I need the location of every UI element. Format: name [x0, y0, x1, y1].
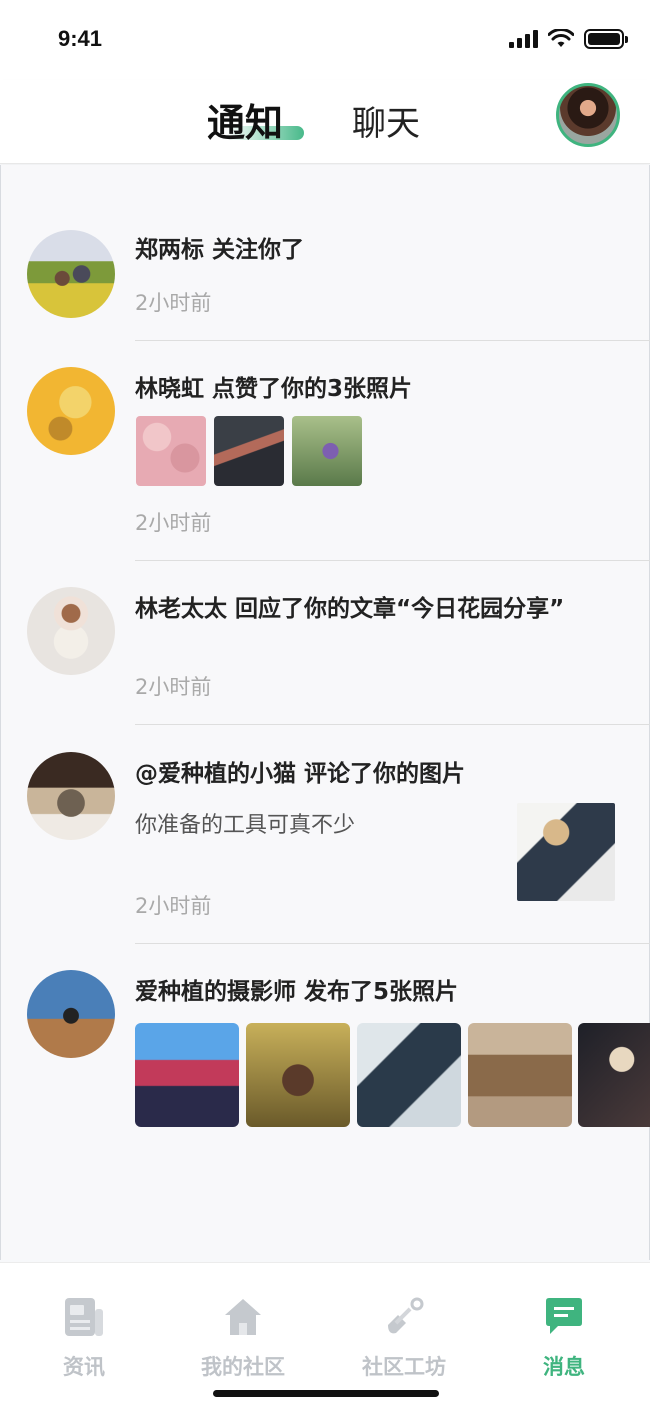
battery-icon — [584, 29, 628, 49]
list-item[interactable]: 爱种植的摄影师 发布了5张照片 — [1, 944, 650, 1144]
photo-thumbnail[interactable] — [292, 416, 362, 486]
cellular-signal-icon — [509, 30, 538, 48]
status-time: 9:41 — [58, 26, 103, 51]
list-item[interactable]: @爱种植的小猫 评论了你的图片 你准备的工具可真不少 2小时前 — [1, 725, 650, 944]
tab-notifications[interactable]: 通知 — [207, 92, 283, 147]
home-indicator — [213, 1390, 439, 1397]
avatar[interactable] — [27, 970, 115, 1058]
tab-community-workshop-label: 社区工坊 — [362, 1355, 446, 1379]
photo-thumbnail[interactable] — [214, 416, 284, 486]
tab-news[interactable]: 资讯 — [14, 1263, 154, 1383]
newspaper-icon — [65, 1298, 103, 1336]
tab-chat[interactable]: 聊天 — [352, 96, 420, 145]
notification-time: 2小时前 — [135, 894, 212, 918]
notification-time: 2小时前 — [135, 291, 212, 315]
list-item[interactable]: 林晓虹 点赞了你的3张照片 2小时前 — [1, 341, 650, 561]
notification-title: 林晓虹 点赞了你的3张照片 — [135, 376, 413, 402]
notification-title: 林老太太 回应了你的文章“今日花园分享” — [135, 596, 565, 622]
photo-thumbnail[interactable] — [136, 416, 206, 486]
shovel-icon — [388, 1297, 424, 1334]
list-item[interactable]: 林老太太 回应了你的文章“今日花园分享” 2小时前 — [1, 561, 650, 725]
photo-thumbnail[interactable] — [578, 1023, 650, 1127]
avatar[interactable] — [27, 587, 115, 675]
notification-title: 爱种植的摄影师 发布了5张照片 — [135, 979, 459, 1005]
tab-my-community-label: 我的社区 — [201, 1355, 285, 1379]
wifi-icon — [548, 29, 574, 47]
notification-list: 郑两标 关注你了 2小时前 林晓虹 点赞了你的3张照片 2小时前 林老太太 回应… — [0, 165, 650, 1260]
comment-text: 你准备的工具可真不少 — [135, 813, 356, 838]
notification-time: 2小时前 — [135, 511, 212, 535]
tab-my-community[interactable]: 我的社区 — [173, 1263, 313, 1383]
profile-avatar[interactable] — [556, 83, 620, 147]
top-tab-header: 通知 聊天 — [0, 80, 650, 164]
photo-thumbnail[interactable] — [468, 1023, 572, 1127]
tab-community-workshop[interactable]: 社区工坊 — [334, 1263, 474, 1383]
status-icons — [509, 29, 628, 49]
chat-bubble-icon — [546, 1298, 582, 1334]
photo-thumbnail[interactable] — [135, 1023, 239, 1127]
notification-title: 郑两标 关注你了 — [135, 237, 305, 263]
commented-photo[interactable] — [517, 803, 615, 901]
avatar[interactable] — [27, 367, 115, 455]
status-bar: 9:41 — [0, 0, 650, 80]
tab-news-label: 资讯 — [63, 1355, 105, 1379]
tab-messages[interactable]: 消息 — [494, 1263, 634, 1383]
home-icon — [225, 1299, 261, 1335]
bottom-tab-bar: 资讯 我的社区 社区工坊 消息 — [0, 1262, 650, 1408]
tab-messages-label: 消息 — [543, 1355, 585, 1379]
photo-thumbnail[interactable] — [357, 1023, 461, 1127]
photo-thumbnail[interactable] — [246, 1023, 350, 1127]
avatar[interactable] — [27, 230, 115, 318]
notification-time: 2小时前 — [135, 675, 212, 699]
notification-title: @爱种植的小猫 评论了你的图片 — [135, 761, 466, 787]
avatar[interactable] — [27, 752, 115, 840]
list-item[interactable]: 郑两标 关注你了 2小时前 — [1, 217, 650, 341]
